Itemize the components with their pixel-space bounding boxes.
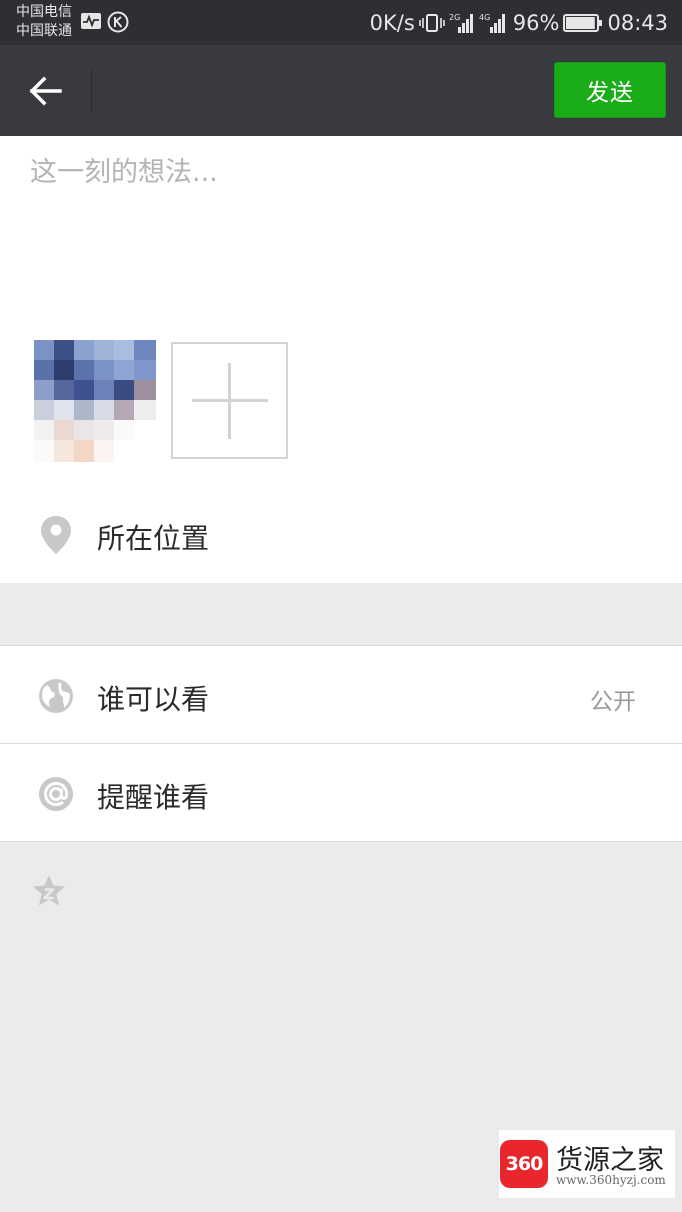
activity-icon [81, 13, 101, 29]
remind-who-row[interactable]: 提醒谁看 [0, 744, 682, 841]
thought-input[interactable] [30, 150, 650, 194]
location-pin-icon [41, 516, 71, 554]
photo-thumbnail[interactable] [34, 340, 156, 462]
carrier-1: 中国电信 [16, 4, 72, 20]
location-row[interactable]: 所在位置 [0, 498, 682, 576]
carrier-names: 中国电信 中国联通 [16, 3, 72, 41]
settings-group: 谁可以看 公开 提醒谁看 [0, 645, 682, 842]
who-can-see-row[interactable]: 谁可以看 公开 [0, 646, 682, 743]
sim2-network-label: 4G [479, 13, 490, 22]
vibrate-icon [418, 14, 445, 32]
k-app-icon [107, 11, 129, 33]
action-bar: 发送 [0, 45, 682, 136]
visibility-value: 公开 [590, 689, 636, 715]
net-speed: 0K/s [369, 11, 415, 35]
action-bar-divider [91, 69, 92, 113]
status-right-cluster: 0K/s 2G 4G 96% 08:43 [370, 8, 668, 38]
remind-who-label: 提醒谁看 [97, 781, 210, 814]
carrier-2: 中国联通 [16, 23, 72, 39]
globe-icon [39, 679, 73, 713]
location-label: 所在位置 [97, 522, 210, 555]
clock: 08:43 [607, 11, 668, 35]
status-bar: 中国电信 中国联通 0K/s 2G 4G 96% 08:43 [0, 0, 682, 45]
watermark-url: www.360hyzj.com [556, 1173, 666, 1187]
sim1-network-label: 2G [449, 13, 460, 22]
arrow-left-icon [29, 76, 62, 106]
signal-icon: 4G [479, 13, 505, 33]
photo-image [34, 340, 156, 462]
watermark: 360 货源之家 www.360hyzj.com [499, 1130, 675, 1198]
battery-percent: 96% [512, 11, 560, 35]
star-z-icon[interactable] [31, 873, 67, 909]
watermark-name: 货源之家 [556, 1145, 664, 1176]
battery-icon [563, 14, 603, 32]
back-button[interactable] [22, 69, 70, 113]
compose-panel: 所在位置 [0, 136, 682, 583]
send-button[interactable]: 发送 [554, 62, 666, 118]
add-photo-button[interactable] [171, 342, 288, 459]
at-icon [39, 777, 73, 811]
watermark-logo: 360 [500, 1140, 548, 1188]
who-can-see-label: 谁可以看 [97, 683, 210, 716]
signal-icon: 2G [449, 13, 473, 33]
